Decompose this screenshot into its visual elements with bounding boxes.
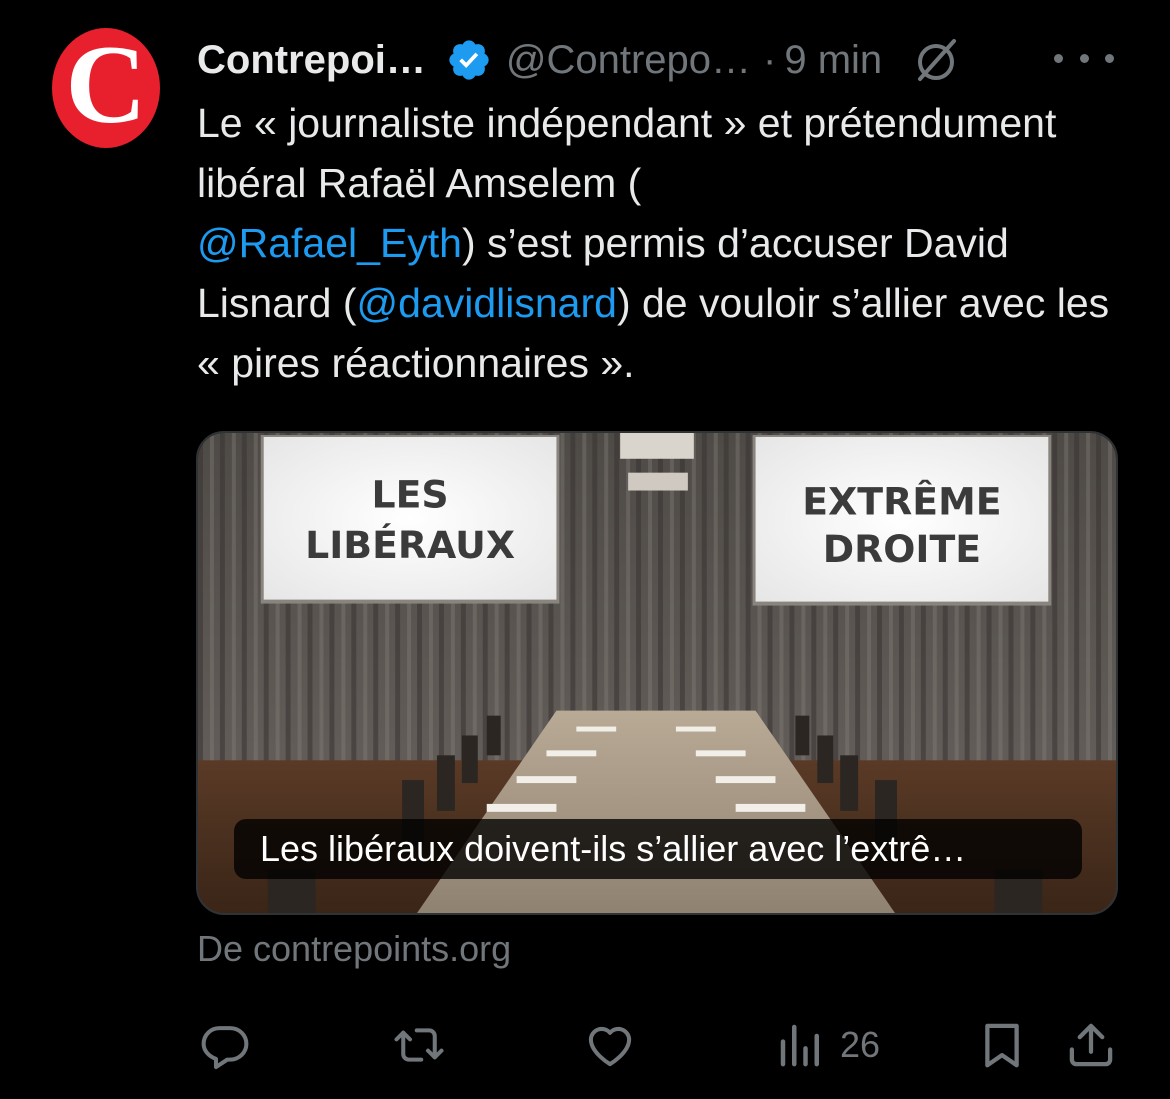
card-title[interactable]: Les libéraux doivent-ils s’allier avec l… [234,819,1082,879]
more-dot [1079,53,1089,63]
more-dot [1105,53,1114,63]
card-source[interactable]: De contrepoints.org [197,928,511,970]
handle[interactable]: @Contrepo… [506,38,751,83]
avatar-logo-letter: C [65,28,147,147]
like-button[interactable] [583,1010,637,1080]
reply-button[interactable] [198,1010,252,1080]
reply-icon [201,1026,249,1070]
grok-icon[interactable] [912,35,962,85]
repost-icon [394,1028,444,1062]
share-icon [1069,1023,1113,1067]
tweet[interactable]: C Contrepoi… @Contrepo… · 9 min Le « jou… [0,0,1170,1099]
verified-badge-icon [449,40,489,80]
views-count: 26 [840,1024,881,1065]
share-button[interactable] [1064,1010,1118,1080]
avatar[interactable]: C [52,28,160,148]
separator-dot: · [763,37,777,82]
mention-link[interactable]: @davidlisnard [357,280,617,326]
tweet-text: Le « journaliste indépendant » et préten… [197,93,1117,393]
screen-left-line1: LES [371,472,448,516]
tweet-text-part: Le « journaliste indépendant » et préten… [197,100,1057,206]
repost-button[interactable] [392,1010,446,1080]
screen-left-line2: LIBÉRAUX [305,523,515,567]
tweet-header: Contrepoi… @Contrepo… · 9 min [197,30,1110,90]
more-icon[interactable] [1054,38,1114,78]
like-icon [588,1026,632,1067]
mention-link[interactable]: @Rafael_Eyth [197,220,462,266]
bookmark-button[interactable] [975,1010,1029,1080]
display-name[interactable]: Contrepoi… [197,38,426,83]
action-bar: 26 [0,1010,1170,1080]
link-card[interactable]: LES LIBÉRAUX EXTRÊME DROITE Les libéraux… [196,431,1118,915]
more-dot [1054,53,1063,63]
views-icon [780,1024,819,1067]
screen-right-line1: EXTRÊME [802,479,1001,523]
screen-right-line2: DROITE [823,527,981,571]
views-button[interactable]: 26 [774,1010,880,1080]
timestamp[interactable]: 9 min [784,38,882,83]
bookmark-icon [985,1023,1019,1068]
